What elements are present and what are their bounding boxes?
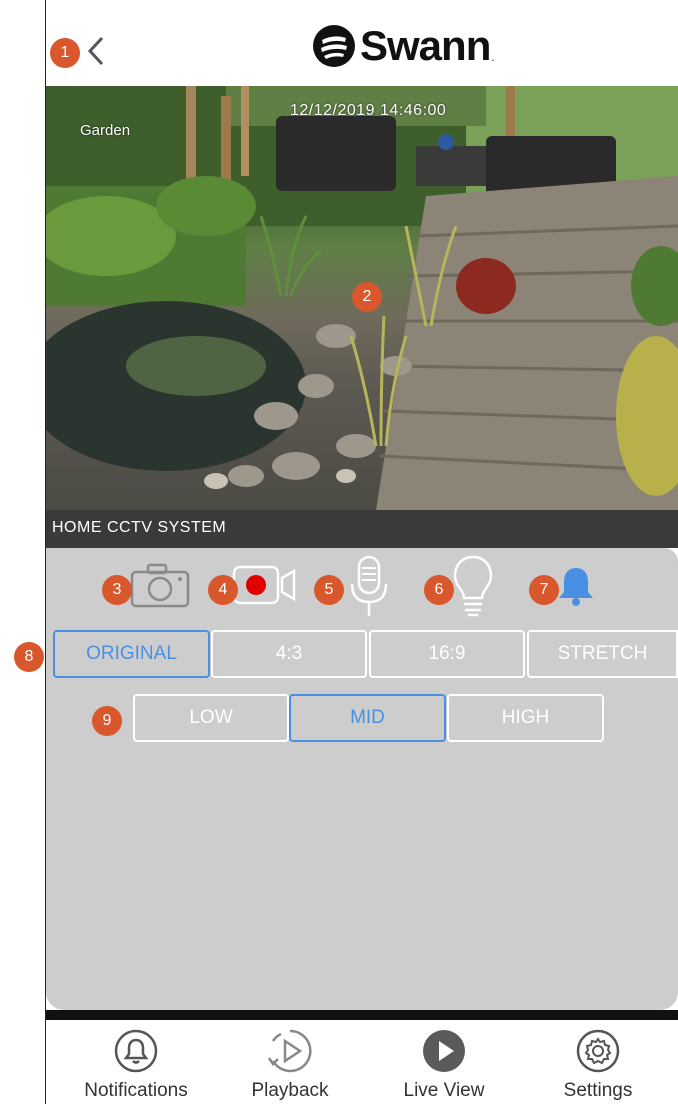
aspect-stretch-button[interactable]: STRETCH [527, 630, 678, 678]
system-name: HOME CCTV SYSTEM [52, 519, 227, 536]
logo-text: Swann [360, 22, 491, 69]
bell-icon[interactable] [554, 564, 598, 608]
callout-badge-4: 4 [208, 575, 238, 605]
camera-icon[interactable] [130, 562, 190, 608]
camera-label: Garden [80, 122, 131, 139]
aspect-16-9-button[interactable]: 16:9 [369, 630, 525, 678]
aspect-original-button[interactable]: ORIGINAL [53, 630, 210, 678]
app-header: Swann . [46, 0, 678, 87]
callout-badge-7: 7 [529, 575, 559, 605]
nav-label-playback: Playback [251, 1080, 329, 1101]
callout-badge-6: 6 [424, 575, 454, 605]
gear-icon [576, 1029, 620, 1073]
swann-logo: Swann . [312, 22, 495, 70]
swann-logo-mark-icon [313, 25, 355, 67]
quality-mid-button[interactable]: MID [289, 694, 446, 742]
light-bulb-icon[interactable] [451, 554, 495, 618]
quality-high-button[interactable]: HIGH [447, 694, 604, 742]
nav-label-settings: Settings [563, 1080, 633, 1101]
record-icon[interactable] [232, 564, 298, 606]
callout-badge-8: 8 [14, 642, 44, 672]
callout-badge-5: 5 [314, 575, 344, 605]
callout-badge-1: 1 [50, 38, 80, 68]
nav-item-live-view[interactable]: Live View [374, 1028, 514, 1102]
nav-item-playback[interactable]: Playback [220, 1028, 360, 1102]
controls-panel: ORIGINAL 4:3 16:9 STRETCH LOW MID HIGH [46, 548, 678, 1010]
aspect-4-3-button[interactable]: 4:3 [211, 630, 367, 678]
microphone-icon[interactable] [346, 554, 392, 618]
callout-badge-3: 3 [102, 575, 132, 605]
play-icon [423, 1030, 465, 1072]
callout-badge-9: 9 [92, 706, 122, 736]
callout-badge-2: 2 [352, 282, 382, 312]
camera-title-bar: HOME CCTV SYSTEM [46, 510, 678, 548]
video-timestamp: 12/12/2019 14:46:00 [290, 102, 447, 119]
bottom-nav: Notifications Playback Live View Setting… [46, 1020, 678, 1104]
chevron-left-icon[interactable] [86, 34, 106, 68]
logo-mark: . [491, 52, 495, 64]
nav-label-live-view: Live View [403, 1080, 485, 1101]
quality-low-button[interactable]: LOW [133, 694, 289, 742]
nav-item-settings[interactable]: Settings [528, 1028, 668, 1102]
bell-icon [114, 1029, 158, 1073]
playback-icon [267, 1029, 312, 1073]
nav-item-notifications[interactable]: Notifications [66, 1028, 206, 1102]
panel-bottom-strip [46, 1010, 678, 1020]
nav-label-notifications: Notifications [84, 1080, 188, 1101]
